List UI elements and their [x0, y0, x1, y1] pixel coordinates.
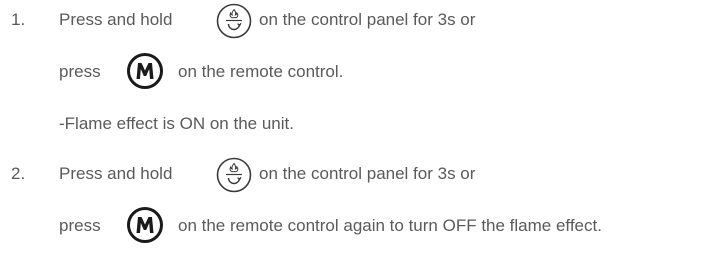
step-text: on the remote control.	[178, 62, 344, 81]
step-text: on the control panel for 3s or	[259, 164, 476, 183]
flame-cycle-icon	[216, 157, 252, 193]
step-number: 1.	[11, 10, 26, 29]
step-text: Press and hold	[59, 10, 173, 29]
step-text: press	[59, 216, 101, 235]
step-text: press	[59, 62, 101, 81]
flame-effect-remote-icon	[127, 53, 163, 89]
flame-effect-remote-icon	[127, 207, 163, 243]
flame-cycle-icon	[216, 3, 252, 39]
step-text: on the control panel for 3s or	[259, 10, 476, 29]
step-text: on the remote control again to turn OFF …	[178, 216, 602, 235]
step-text: Press and hold	[59, 164, 173, 183]
step-note: -Flame effect is ON on the unit.	[59, 114, 294, 133]
step-number: 2.	[11, 164, 26, 183]
